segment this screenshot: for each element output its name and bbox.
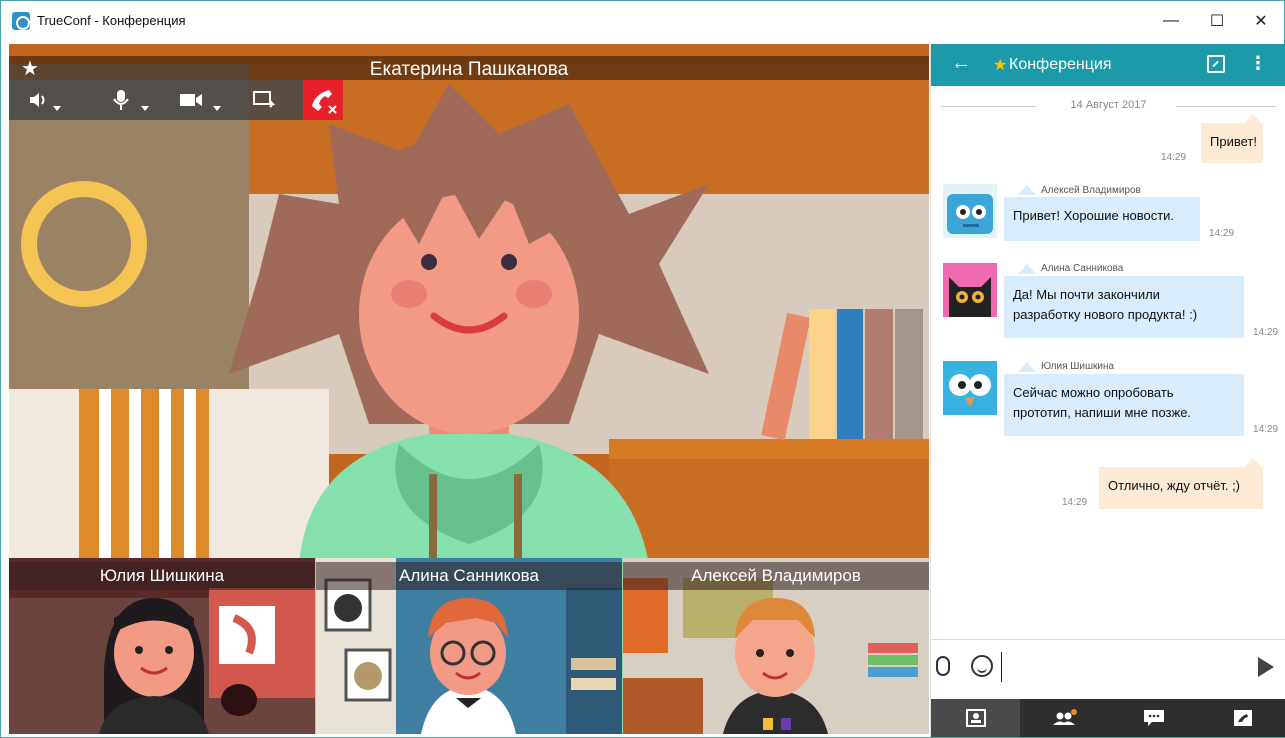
contact-card-icon [965, 709, 986, 727]
paperclip-icon[interactable] [936, 656, 950, 676]
app-window: TrueConf - Конференция — ☐ ✕ ★ Екатерина… [0, 0, 1285, 738]
message-bubble: Да! Мы почти закончили разработку нового… [1004, 276, 1244, 338]
owl-avatar-icon [943, 361, 997, 415]
minimize-button[interactable]: — [1148, 1, 1194, 41]
avatar[interactable] [943, 184, 997, 238]
avatar[interactable] [943, 361, 997, 415]
camera-button[interactable] [179, 80, 221, 120]
message-time: 14:29 [1253, 327, 1279, 338]
message-bubble: Отлично, жду отчёт. ;) [1099, 467, 1263, 509]
microphone-icon [113, 90, 129, 110]
chevron-down-icon [141, 106, 149, 111]
cat-avatar-icon [943, 263, 997, 317]
hangup-icon [312, 90, 337, 114]
message-time: 14:29 [1062, 497, 1088, 508]
chat-title: Конференция [1009, 56, 1112, 73]
sender-name: Юлия Шишкина [1041, 361, 1115, 372]
chevron-down-icon [213, 106, 221, 111]
date-label: 14 Август 2017 [1070, 99, 1147, 111]
call-toolbar [9, 80, 339, 120]
message-bubble: Сейчас можно опробовать прототип, напиши… [1004, 374, 1244, 436]
screen-share-button[interactable] [253, 80, 275, 120]
bubble-tail [1245, 114, 1261, 123]
divider [1176, 106, 1276, 107]
bottom-tab-bar [931, 699, 1285, 737]
bubble-tail [1245, 458, 1261, 467]
screen-share-icon [253, 91, 275, 108]
chevron-down-icon [53, 106, 61, 111]
tab-phone[interactable] [1198, 699, 1285, 737]
title-bar: TrueConf - Конференция — ☐ ✕ [1, 1, 1284, 41]
message-time: 14:29 [1209, 228, 1235, 239]
chat-bubble-icon [1143, 710, 1164, 726]
tab-chat[interactable] [1109, 699, 1198, 737]
close-button[interactable]: ✕ [1238, 1, 1284, 41]
sender-name: Алина Санникова [1041, 263, 1124, 274]
message-bubble: Привет! Хорошие новости. [1004, 197, 1200, 241]
hangup-button[interactable] [303, 80, 343, 120]
participant-name: Алексей Владимиров [623, 562, 929, 590]
message-time: 14:29 [1161, 152, 1187, 163]
message-line: разработку нового продукта! :) [1013, 307, 1198, 322]
smiley-icon[interactable] [971, 655, 993, 677]
message-composer [931, 639, 1285, 696]
chat-header: ← ★ Конференция ⋮ [931, 44, 1285, 86]
main-video: ★ Екатерина Пашканова Юлия Шишкина Алина… [9, 44, 929, 734]
speaker-button[interactable] [29, 80, 61, 120]
chat-panel: ← ★ Конференция ⋮ 14 Август 2017 Привет!… [930, 44, 1285, 737]
maximize-button[interactable]: ☐ [1194, 1, 1240, 41]
send-icon[interactable] [1258, 657, 1274, 677]
bubble-tail [1018, 264, 1036, 274]
participant-thumbnail[interactable]: Алина Санникова [316, 558, 622, 734]
message-time: 14:29 [1253, 424, 1279, 435]
participant-thumbnail[interactable]: Алексей Владимиров [623, 558, 929, 734]
tab-contacts[interactable] [931, 699, 1020, 737]
message-line: прототип, напиши мне позже. [1013, 405, 1192, 420]
trueconf-logo-icon [12, 12, 30, 30]
message-bubble: Привет! [1201, 123, 1263, 163]
main-caller-name: Екатерина Пашканова [369, 59, 569, 80]
message-input[interactable] [1001, 652, 1241, 682]
bubble-tail [1018, 362, 1036, 372]
speaker-icon [30, 93, 45, 107]
message-line: Сейчас можно опробовать [1013, 385, 1174, 400]
bubble-tail [1018, 185, 1036, 195]
window-title: TrueConf - Конференция [37, 13, 186, 28]
phone-icon [1233, 710, 1252, 726]
share-screen-icon[interactable] [1207, 55, 1225, 73]
microphone-button[interactable] [113, 80, 149, 120]
avatar[interactable] [943, 263, 997, 317]
back-arrow-icon[interactable]: ← [951, 52, 971, 75]
star-icon: ★ [993, 57, 1008, 74]
message-line: Да! Мы почти закончили [1013, 287, 1160, 302]
robot-avatar-icon [943, 184, 997, 238]
tab-participants[interactable] [1020, 699, 1109, 737]
participant-name: Юлия Шишкина [9, 562, 315, 590]
sender-name: Алексей Владимиров [1041, 185, 1141, 196]
participants-icon [1052, 709, 1077, 725]
participant-thumbnail[interactable]: Юлия Шишкина [9, 558, 315, 734]
date-separator: 14 Август 2017 [941, 99, 1276, 113]
more-menu-icon[interactable]: ⋮ [1249, 53, 1267, 74]
participant-name: Алина Санникова [316, 562, 622, 590]
camera-icon [180, 94, 202, 106]
